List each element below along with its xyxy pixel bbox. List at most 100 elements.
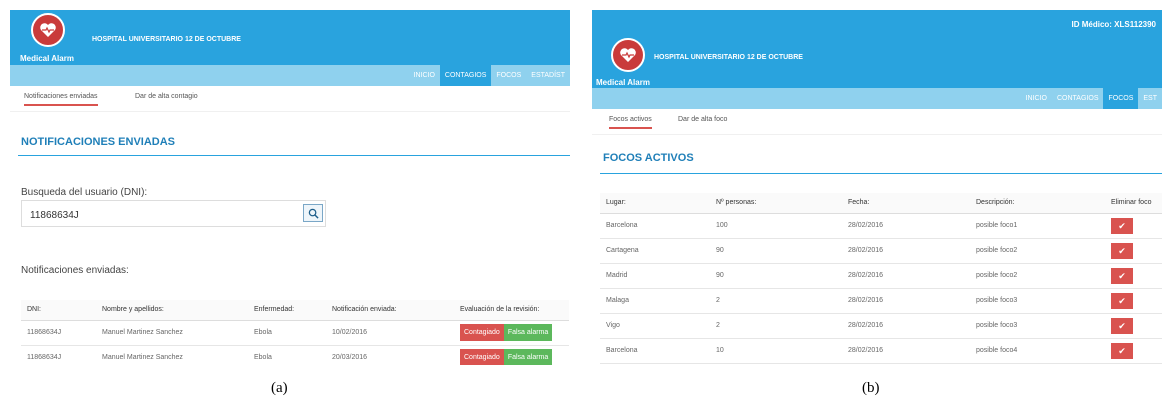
check-icon: ✔ — [1118, 220, 1126, 231]
tab-dar-de-alta-foco[interactable]: Dar de alta foco — [678, 116, 727, 123]
caption-a: (a) — [271, 380, 288, 396]
table-row: Cartagena 90 28/02/2016 posible foco2 ✔ — [600, 238, 1162, 264]
heart-icon — [31, 13, 65, 47]
table-row: Vigo 2 28/02/2016 posible foco3 ✔ — [600, 313, 1162, 339]
col-fecha: Fecha: — [842, 193, 970, 214]
section-title: NOTIFICACIONES ENVIADAS — [21, 136, 176, 148]
cell-eliminar: ✔ — [1105, 213, 1162, 239]
cell-personas: 2 — [710, 313, 842, 339]
cell-nombre: Manuel Martinez Sanchez — [96, 320, 248, 346]
medico-id: ID Médico: XLS112390 — [1071, 20, 1156, 29]
app-name: Medical Alarm — [20, 54, 74, 63]
cell-fecha: 28/02/2016 — [842, 213, 970, 239]
cell-personas: 90 — [710, 263, 842, 289]
cell-eliminar: ✔ — [1105, 263, 1162, 289]
hospital-name: HOSPITAL UNIVERSITARIO 12 DE OCTUBRE — [92, 36, 241, 43]
cell-fecha: 28/02/2016 — [842, 263, 970, 289]
col-nombre: Nombre y apellidos: — [96, 300, 248, 321]
panel-focos: ID Médico: XLS112390 Medical Alarm HOSPI… — [592, 10, 1162, 365]
check-icon: ✔ — [1118, 295, 1126, 306]
nav-estadisticas[interactable]: ESTADÍST — [526, 65, 570, 86]
caption-b: (b) — [862, 380, 880, 396]
app-header: ID Médico: XLS112390 Medical Alarm HOSPI… — [592, 10, 1162, 88]
col-enfermedad: Enfermedad: — [248, 300, 326, 321]
focos-table: Lugar: Nº personas: Fecha: Descripción: … — [600, 193, 1162, 364]
contagiado-button[interactable]: Contagiado — [460, 324, 504, 341]
col-eliminar: Eliminar foco — [1105, 193, 1162, 214]
contagiado-button[interactable]: Contagiado — [460, 349, 504, 365]
main-nav: INICIO CONTAGIOS FOCOS EST — [592, 88, 1162, 109]
check-icon: ✔ — [1118, 345, 1126, 356]
cell-descripcion: posible foco2 — [970, 238, 1105, 264]
nav-contagios[interactable]: CONTAGIOS — [439, 65, 492, 86]
nav-estadisticas[interactable]: EST — [1138, 88, 1162, 109]
cell-enfermedad: Ebola — [248, 320, 326, 346]
app-name: Medical Alarm — [596, 78, 650, 87]
nav-focos[interactable]: FOCOS — [1103, 88, 1139, 109]
delete-foco-button[interactable]: ✔ — [1111, 292, 1133, 309]
cell-lugar: Barcelona — [600, 213, 710, 239]
table-row: 11868634J Manuel Martinez Sanchez Ebola … — [21, 345, 569, 365]
delete-foco-button[interactable]: ✔ — [1111, 217, 1133, 234]
cell-eliminar: ✔ — [1105, 238, 1162, 264]
cell-lugar: Vigo — [600, 313, 710, 339]
nav-focos[interactable]: FOCOS — [491, 65, 526, 86]
falsa-alarma-button[interactable]: Falsa alarma — [503, 324, 553, 341]
cell-fecha: 28/02/2016 — [842, 238, 970, 264]
cell-lugar: Malaga — [600, 288, 710, 314]
cell-descripcion: posible foco1 — [970, 213, 1105, 239]
cell-lugar: Barcelona — [600, 338, 710, 364]
cell-fecha: 20/03/2016 — [326, 345, 454, 365]
hospital-name: HOSPITAL UNIVERSITARIO 12 DE OCTUBRE — [654, 54, 803, 61]
cell-nombre: Manuel Martinez Sanchez — [96, 345, 248, 365]
cell-dni: 11868634J — [21, 345, 96, 365]
tab-notificaciones-enviadas[interactable]: Notificaciones enviadas — [24, 93, 98, 106]
notifications-table: DNI: Nombre y apellidos: Enfermedad: Not… — [21, 300, 569, 365]
nav-inicio[interactable]: INICIO — [1021, 88, 1052, 109]
section-divider — [600, 173, 1162, 174]
cell-personas: 2 — [710, 288, 842, 314]
delete-foco-button[interactable]: ✔ — [1111, 267, 1133, 284]
delete-foco-button[interactable]: ✔ — [1111, 317, 1133, 334]
cell-personas: 10 — [710, 338, 842, 364]
tab-dar-de-alta-contagio[interactable]: Dar de alta contagio — [135, 93, 198, 100]
table-row: Madrid 90 28/02/2016 posible foco2 ✔ — [600, 263, 1162, 289]
cell-personas: 100 — [710, 213, 842, 239]
cell-enfermedad: Ebola — [248, 345, 326, 365]
cell-descripcion: posible foco3 — [970, 313, 1105, 339]
dni-search-input[interactable]: 11868634J — [21, 200, 326, 227]
col-evaluacion: Evaluación de la revisión: — [454, 300, 569, 321]
cell-fecha: 10/02/2016 — [326, 320, 454, 346]
cell-descripcion: posible foco2 — [970, 263, 1105, 289]
cell-eliminar: ✔ — [1105, 288, 1162, 314]
cell-lugar: Cartagena — [600, 238, 710, 264]
nav-inicio[interactable]: INICIO — [409, 65, 440, 86]
main-nav: INICIO CONTAGIOS FOCOS ESTADÍST — [10, 65, 570, 86]
search-button[interactable] — [303, 204, 323, 222]
col-lugar: Lugar: — [600, 193, 710, 214]
table-row: Barcelona 10 28/02/2016 posible foco4 ✔ — [600, 338, 1162, 364]
falsa-alarma-button[interactable]: Falsa alarma — [503, 349, 553, 365]
delete-foco-button[interactable]: ✔ — [1111, 242, 1133, 259]
col-personas: Nº personas: — [710, 193, 842, 214]
col-descripcion: Descripción: — [970, 193, 1105, 214]
search-icon — [308, 208, 319, 219]
app-header: Medical Alarm HOSPITAL UNIVERSITARIO 12 … — [10, 10, 570, 65]
nav-contagios[interactable]: CONTAGIOS — [1052, 88, 1103, 109]
delete-foco-button[interactable]: ✔ — [1111, 342, 1133, 359]
cell-dni: 11868634J — [21, 320, 96, 346]
section-divider — [18, 155, 570, 156]
check-icon: ✔ — [1118, 270, 1126, 281]
cell-personas: 90 — [710, 238, 842, 264]
subtabs: Notificaciones enviadas Dar de alta cont… — [10, 86, 570, 112]
cell-eliminar: ✔ — [1105, 338, 1162, 364]
cell-eliminar: ✔ — [1105, 313, 1162, 339]
tab-focos-activos[interactable]: Focos activos — [609, 116, 652, 129]
subtabs: Focos activos Dar de alta foco — [592, 109, 1162, 135]
section-title: FOCOS ACTIVOS — [603, 152, 694, 164]
heart-icon — [611, 38, 645, 72]
col-dni: DNI: — [21, 300, 96, 321]
panel-notificaciones: Medical Alarm HOSPITAL UNIVERSITARIO 12 … — [10, 10, 570, 365]
search-value: 11868634J — [30, 210, 79, 221]
col-notificacion: Notificación enviada: — [326, 300, 454, 321]
